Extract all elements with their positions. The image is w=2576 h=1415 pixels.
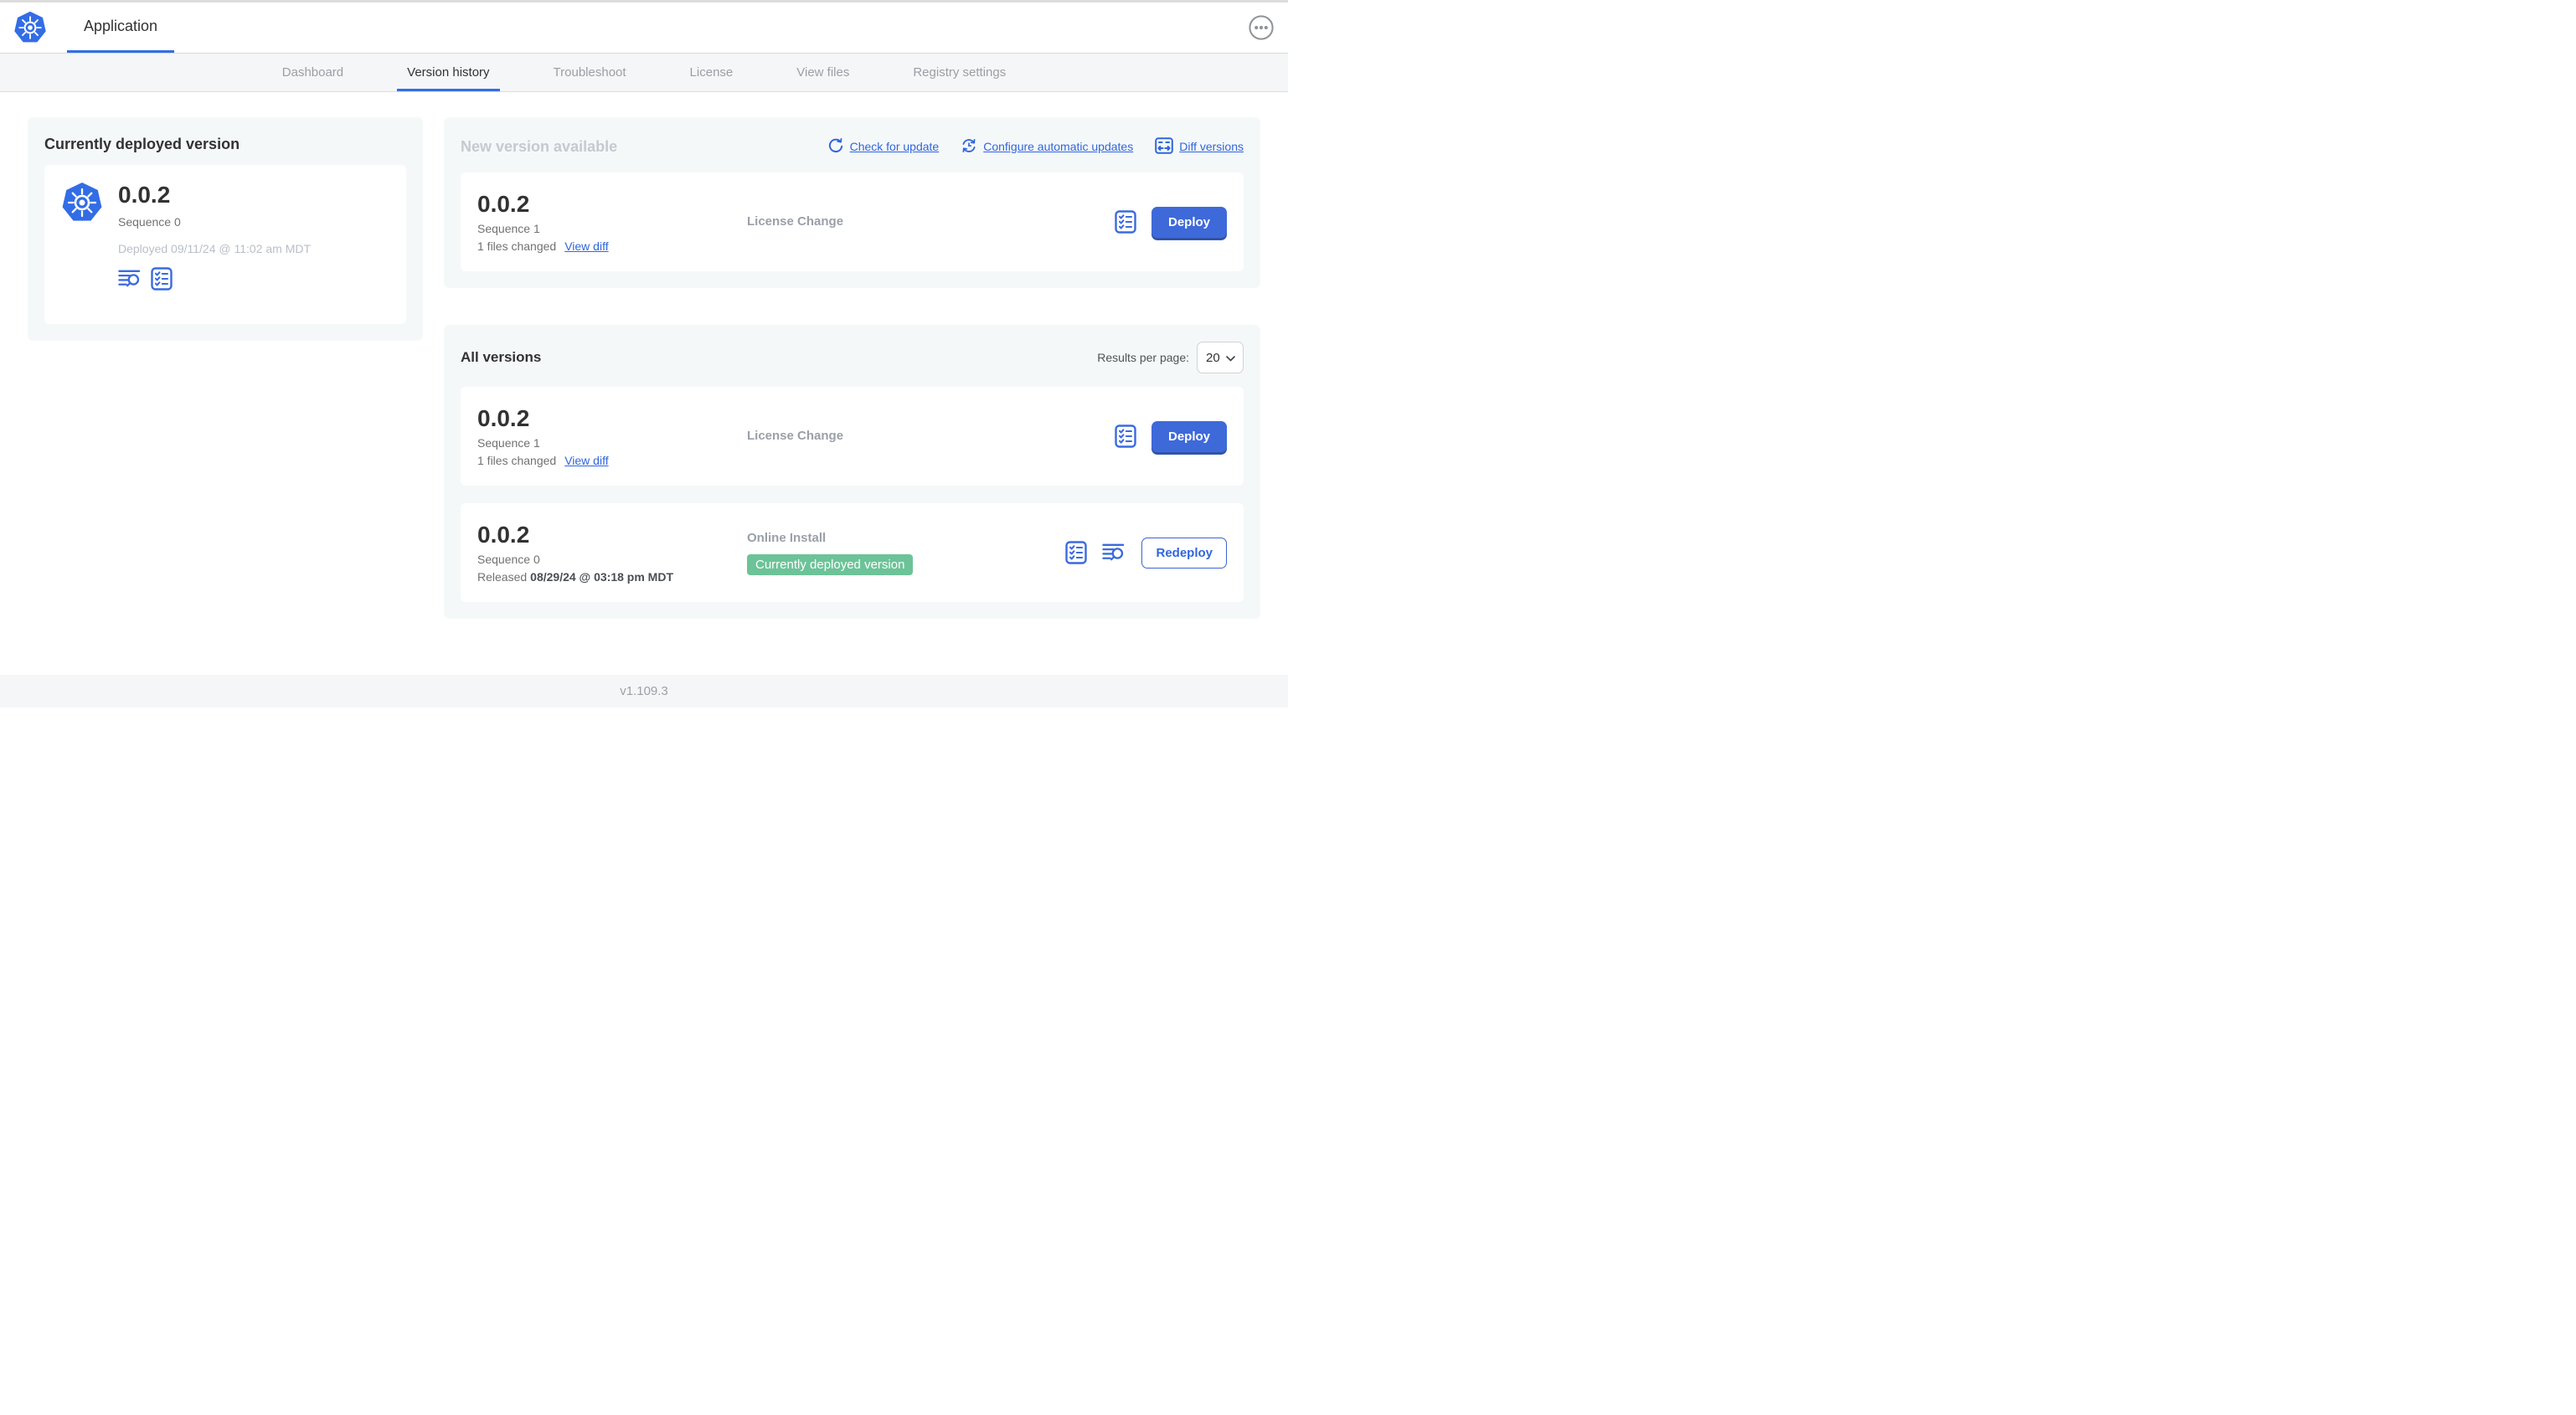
released-date: 08/29/24 @ 03:18 pm MDT xyxy=(530,570,673,584)
all-versions-title: All versions xyxy=(461,349,542,365)
preflight-checks-button[interactable] xyxy=(151,267,173,291)
files-changed-label: 1 files changed xyxy=(477,454,557,468)
version-source-label: License Change xyxy=(747,214,844,229)
version-number: 0.0.2 xyxy=(477,190,530,217)
currently-deployed-badge: Currently deployed version xyxy=(747,553,914,575)
redeploy-button[interactable]: Redeploy xyxy=(1141,537,1227,569)
nav-tab-view-files[interactable]: View files xyxy=(786,54,859,91)
sequence-label: Sequence 1 xyxy=(477,436,540,450)
released-label: Released xyxy=(477,570,528,584)
new-version-title: New version available xyxy=(461,137,618,155)
version-row: 0.0.2 Sequence 1 1 files changed View di… xyxy=(461,387,1244,486)
currently-deployed-title: Currently deployed version xyxy=(44,136,240,152)
files-changed-label: 1 files changed xyxy=(477,239,557,254)
view-diff-link[interactable]: View diff xyxy=(564,454,608,467)
app-title: Application xyxy=(84,18,158,34)
sequence-label: Sequence 0 xyxy=(477,553,540,567)
console-version: v1.109.3 xyxy=(620,684,668,698)
logs-icon xyxy=(118,270,142,291)
version-row: 0.0.2 Sequence 0 Released 08/29/24 @ 03:1… xyxy=(461,503,1244,602)
nav-tab-troubleshoot[interactable]: Troubleshoot xyxy=(544,54,636,91)
current-deployed-timestamp: Deployed 09/11/24 @ 11:02 am MDT xyxy=(118,242,312,256)
preflight-checks-button[interactable] xyxy=(1115,424,1136,448)
results-per-page-select[interactable]: 20 xyxy=(1197,342,1244,373)
checklist-icon xyxy=(1065,541,1088,567)
main-content: Currently deployed version 0.0.2 Sequenc… xyxy=(0,92,1288,647)
configure-automatic-updates-link[interactable]: Configure automatic updates xyxy=(961,137,1133,157)
current-version-card: 0.0.2 Sequence 0 Deployed 09/11/24 @ 11:… xyxy=(44,165,406,324)
preflight-checks-button[interactable] xyxy=(1115,210,1136,234)
results-per-page-label: Results per page: xyxy=(1097,351,1189,364)
deploy-button[interactable]: Deploy xyxy=(1151,420,1227,452)
kubernetes-logo-icon xyxy=(13,3,47,53)
nav-tab-dashboard[interactable]: Dashboard xyxy=(272,54,353,91)
view-logs-button[interactable] xyxy=(118,269,142,289)
sequence-label: Sequence 1 xyxy=(477,222,540,236)
check-for-update-link[interactable]: Check for update xyxy=(827,137,939,157)
ellipsis-icon xyxy=(1248,14,1275,41)
all-versions-panel: All versions Results per page: 20 0.0.2 … xyxy=(444,325,1260,619)
current-sequence-label: Sequence 0 xyxy=(118,215,181,229)
refresh-icon xyxy=(827,137,844,157)
app-header: Application xyxy=(0,3,1288,54)
checklist-icon xyxy=(1115,210,1136,236)
view-diff-link[interactable]: View diff xyxy=(564,239,608,253)
app-title-tab[interactable]: Application xyxy=(67,3,175,53)
version-source-label: Online Install xyxy=(747,530,827,545)
checklist-icon xyxy=(1115,424,1136,450)
deploy-button[interactable]: Deploy xyxy=(1151,206,1227,238)
schedule-update-icon xyxy=(961,137,977,157)
nav-tab-version-history[interactable]: Version history xyxy=(397,54,499,91)
chevron-down-icon xyxy=(1226,351,1235,365)
diff-versions-link[interactable]: Diff versions xyxy=(1155,136,1244,157)
view-logs-button[interactable] xyxy=(1102,543,1126,563)
version-number: 0.0.2 xyxy=(477,521,530,548)
ellipsis-menu-button[interactable] xyxy=(1248,14,1275,41)
logs-icon xyxy=(1102,543,1126,565)
version-number: 0.0.2 xyxy=(477,404,530,431)
checklist-icon xyxy=(151,267,173,293)
new-version-row: 0.0.2 Sequence 1 1 files changed View di… xyxy=(461,172,1244,271)
nav-tab-license[interactable]: License xyxy=(680,54,744,91)
app-subnav: Dashboard Version history Troubleshoot L… xyxy=(0,54,1288,92)
currently-deployed-panel: Currently deployed version 0.0.2 Sequenc… xyxy=(28,117,423,341)
current-version-number: 0.0.2 xyxy=(118,182,171,208)
new-version-panel: New version available Check for update C… xyxy=(444,117,1260,288)
kots-admin-page: Application Dashboard Version history Tr… xyxy=(0,0,1288,708)
preflight-checks-button[interactable] xyxy=(1065,541,1088,567)
nav-tab-registry-settings[interactable]: Registry settings xyxy=(903,54,1016,91)
version-source-label: License Change xyxy=(747,429,844,443)
app-footer: v1.109.3 xyxy=(0,675,1288,708)
kubernetes-logo-icon xyxy=(61,182,103,307)
diff-icon xyxy=(1155,136,1174,157)
